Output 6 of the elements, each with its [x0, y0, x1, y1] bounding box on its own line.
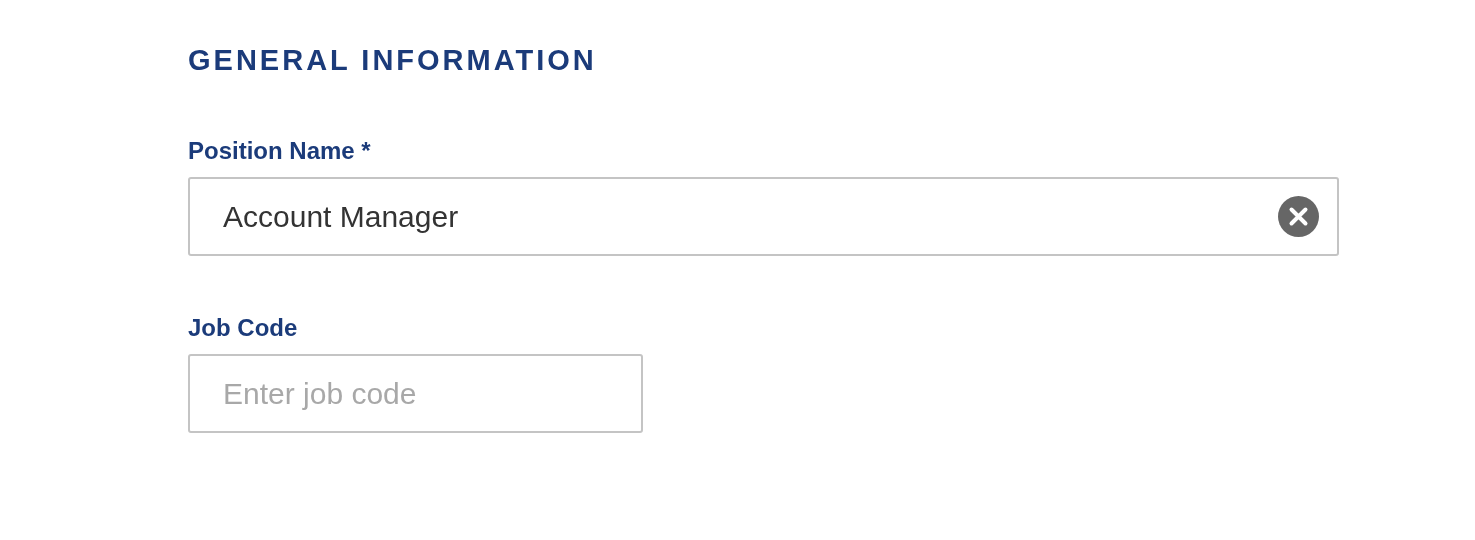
field-label: Job Code [188, 314, 299, 342]
field-label: Position Name * [188, 137, 372, 165]
clear-icon[interactable] [1278, 196, 1319, 237]
input-field[interactable]: Account Manager [188, 177, 1339, 256]
input-field[interactable]: Enter job code [188, 354, 643, 433]
section-heading: GENERAL INFORMATION [188, 43, 598, 78]
